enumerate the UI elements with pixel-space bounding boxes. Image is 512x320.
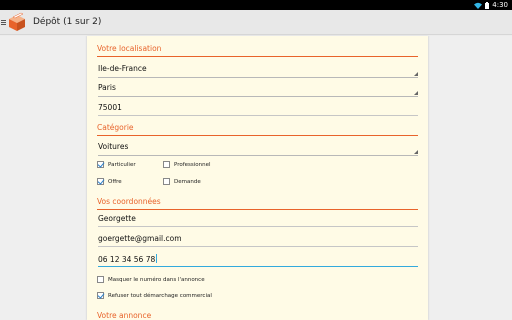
right-margin [428,36,512,320]
dropdown-arrow-icon [414,91,418,95]
app-logo-icon[interactable] [7,12,27,32]
name-value: Georgette [98,214,136,223]
status-time: 4:30 [492,1,508,9]
email-field[interactable]: goergette@gmail.com [98,234,418,247]
phone-value: 06 12 34 56 78 [98,255,156,264]
checkbox-label: Particulier [108,161,136,168]
city-value: Paris [98,83,116,92]
wifi-icon [474,2,483,9]
checkbox-demande[interactable]: Demande [163,178,201,185]
phone-field[interactable]: 06 12 34 56 78 [98,254,418,267]
dropdown-arrow-icon [414,72,418,76]
form-panel: Votre localisation Ile-de-France Paris 7… [87,36,428,320]
location-header: Votre localisation [97,44,418,57]
checkbox-box[interactable] [163,178,170,185]
checkbox-box[interactable] [97,276,104,283]
region-spinner[interactable]: Ile-de-France [98,64,418,78]
checkbox-label: Professionnel [174,161,211,168]
contact-header: Vos coordonnées [97,197,418,210]
category-value: Voitures [98,142,129,151]
status-bar: 4:30 [0,0,512,10]
postcode-field[interactable]: 75001 [98,103,418,116]
checkbox-box[interactable] [163,161,170,168]
checkbox-hide-phone[interactable]: Masquer le numéro dans l'annonce [97,276,205,283]
name-field[interactable]: Georgette [98,214,418,227]
checkbox-particulier[interactable]: Particulier [97,161,136,168]
text-cursor [156,254,158,263]
checkbox-label: Offre [108,178,122,185]
category-spinner[interactable]: Voitures [98,142,418,156]
ad-header: Votre annonce [97,311,418,320]
checkbox-box[interactable] [97,161,104,168]
region-value: Ile-de-France [98,64,147,73]
checkbox-box[interactable] [97,292,104,299]
left-margin [0,36,87,320]
battery-icon [485,1,490,9]
checkbox-professionnel[interactable]: Professionnel [163,161,211,168]
postcode-value: 75001 [98,103,122,112]
page-title: Dépôt (1 sur 2) [33,17,102,27]
status-icons: 4:30 [474,0,508,10]
checkbox-offre[interactable]: Offre [97,178,122,185]
checkbox-label: Demande [174,178,201,185]
city-spinner[interactable]: Paris [98,83,418,97]
checkbox-label: Masquer le numéro dans l'annonce [108,276,205,283]
checkbox-label: Refuser tout démarchage commercial [108,292,212,299]
nav-drawer-icon[interactable] [1,19,6,25]
action-bar: Dépôt (1 sur 2) [0,10,512,35]
dropdown-arrow-icon [414,150,418,154]
checkbox-refuse-marketing[interactable]: Refuser tout démarchage commercial [97,292,212,299]
email-value: goergette@gmail.com [98,234,182,243]
category-header: Catégorie [97,123,418,136]
checkbox-box[interactable] [97,178,104,185]
